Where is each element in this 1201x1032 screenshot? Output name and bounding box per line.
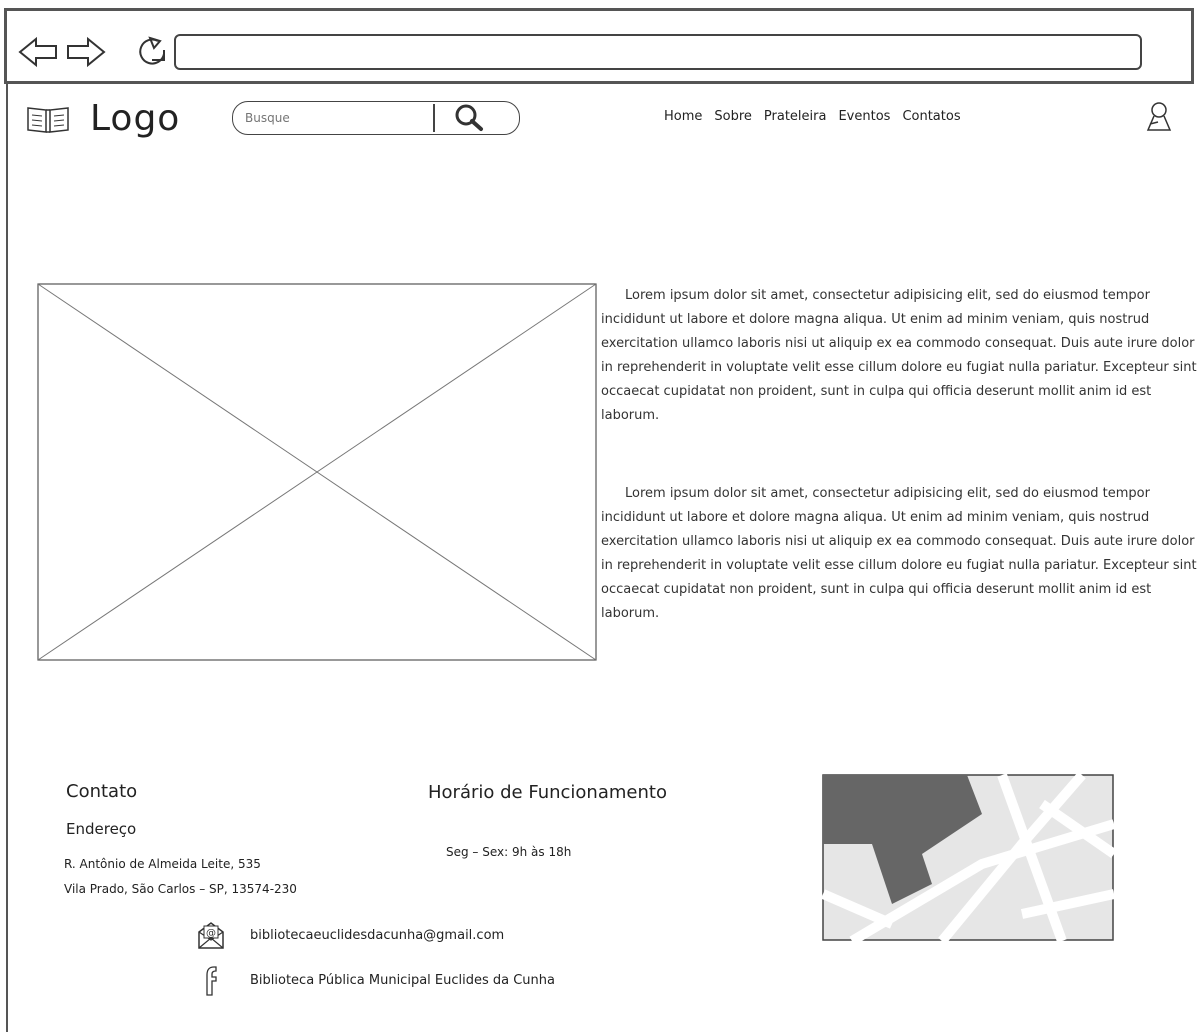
- search-box: [232, 101, 520, 135]
- facebook-icon: [206, 966, 217, 996]
- user-icon[interactable]: [1144, 100, 1174, 136]
- back-arrow-icon[interactable]: [18, 36, 60, 68]
- nav-prateleira[interactable]: Prateleira: [764, 109, 827, 124]
- hours-text: Seg – Sex: 9h às 18h: [446, 845, 572, 859]
- address-block: R. Antônio de Almeida Leite, 535 Vila Pr…: [64, 852, 297, 902]
- hours-title: Horário de Funcionamento: [428, 782, 667, 803]
- contact-title: Contato: [66, 781, 138, 802]
- search-icon: [455, 104, 483, 131]
- forward-arrow-icon[interactable]: [64, 36, 106, 68]
- content-paragraph-2: Lorem ipsum dolor sit amet, consectetur …: [601, 486, 1197, 621]
- email-link[interactable]: bibliotecaeuclidesdacunha@gmail.com: [250, 928, 504, 943]
- nav-sobre[interactable]: Sobre: [714, 109, 752, 124]
- svg-text:@: @: [206, 928, 216, 939]
- reload-icon[interactable]: [134, 34, 172, 70]
- facebook-link[interactable]: Biblioteca Pública Municipal Euclides da…: [250, 973, 555, 988]
- logo-text[interactable]: Logo: [90, 98, 180, 139]
- search-button[interactable]: [443, 102, 513, 133]
- email-row: @ bibliotecaeuclidesdacunha@gmail.com: [196, 920, 504, 950]
- address-bar[interactable]: [174, 34, 1142, 70]
- content-paragraph-1: Lorem ipsum dolor sit amet, consectetur …: [601, 288, 1197, 423]
- address-line-2: Vila Prado, São Carlos – SP, 13574-230: [64, 882, 297, 896]
- nav-eventos[interactable]: Eventos: [838, 109, 890, 124]
- facebook-row: Biblioteca Pública Municipal Euclides da…: [196, 963, 555, 997]
- nav-home[interactable]: Home: [664, 109, 702, 124]
- map-thumbnail[interactable]: [822, 774, 1114, 941]
- open-book-icon: [27, 107, 69, 133]
- search-divider: [433, 104, 435, 132]
- nav-contatos[interactable]: Contatos: [902, 109, 960, 124]
- address-label: Endereço: [66, 820, 137, 838]
- image-placeholder: [37, 283, 597, 661]
- main-nav: Home Sobre Prateleira Eventos Contatos: [664, 109, 961, 124]
- search-input[interactable]: [233, 102, 433, 133]
- address-line-1: R. Antônio de Almeida Leite, 535: [64, 857, 261, 871]
- email-icon: @: [198, 922, 224, 949]
- page-frame-left: [6, 84, 8, 1032]
